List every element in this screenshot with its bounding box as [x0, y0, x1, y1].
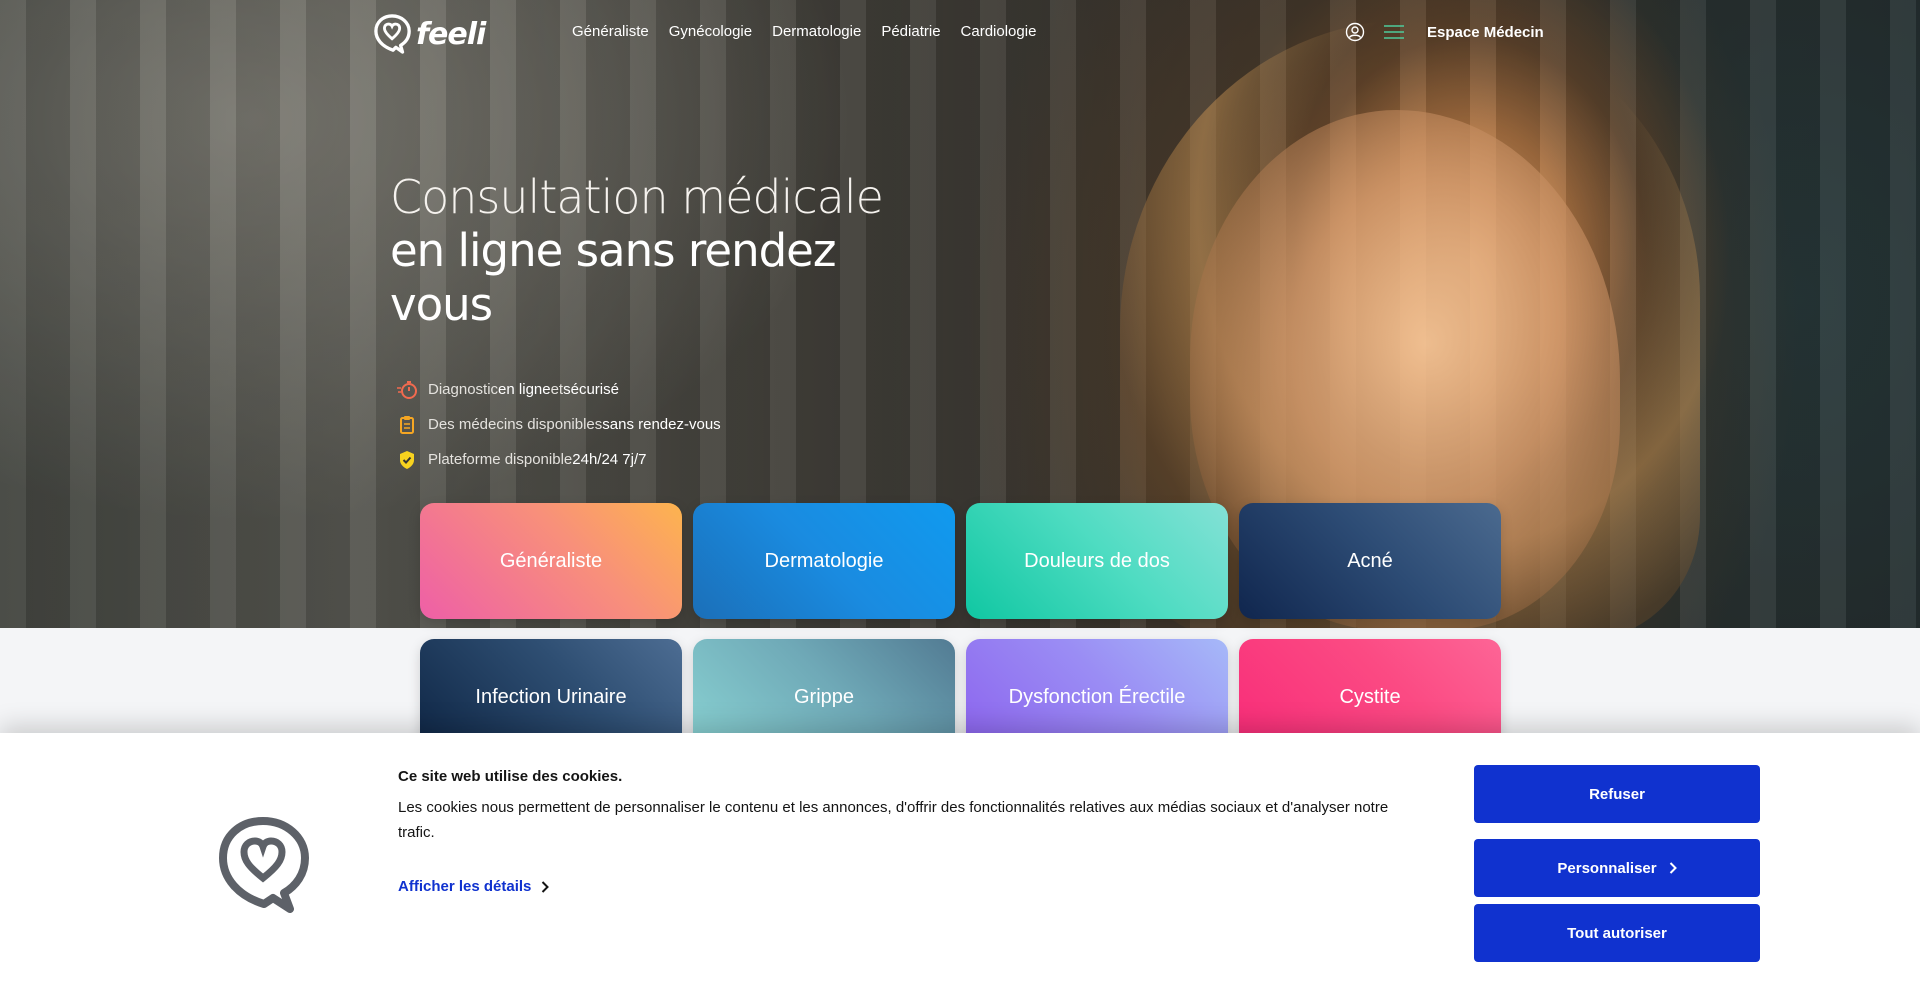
cookie-description: Les cookies nous permettent de personnal…	[398, 799, 1389, 841]
feature-item: Plateforme disponible 24h/24 7j/7	[396, 442, 721, 477]
nav-link-pediatrie[interactable]: Pédiatrie	[881, 23, 940, 40]
tile-douleurs-de-dos[interactable]: Douleurs de dos	[966, 503, 1228, 619]
nav-link-dermatologie[interactable]: Dermatologie	[772, 23, 861, 40]
accept-all-button[interactable]: Tout autoriser	[1474, 904, 1760, 962]
tile-dermatologie[interactable]: Dermatologie	[693, 503, 955, 619]
headline-line-1: Consultation médicale	[390, 170, 884, 224]
customize-label: Personnaliser	[1557, 859, 1657, 877]
heart-bubble-icon	[219, 817, 309, 913]
refuse-label: Refuser	[1589, 785, 1645, 803]
chevron-right-icon	[542, 880, 550, 893]
tile-generaliste[interactable]: Généraliste	[420, 503, 682, 619]
chevron-right-icon	[1669, 862, 1677, 874]
accept-all-label: Tout autoriser	[1567, 924, 1667, 942]
feature-list: Diagnostic en ligne et sécurisé Des méde…	[396, 372, 721, 477]
show-details-link[interactable]: Afficher les détails	[398, 878, 550, 895]
refuse-button[interactable]: Refuser	[1474, 765, 1760, 823]
nav-actions: Espace Médecin	[1345, 22, 1544, 42]
customize-button[interactable]: Personnaliser	[1474, 839, 1760, 897]
nav-link-gynecologie[interactable]: Gynécologie	[669, 23, 752, 40]
cookie-title: Ce site web utilise des cookies.	[398, 768, 623, 785]
feature-item: Diagnostic en ligne et sécurisé	[396, 372, 721, 407]
nav-link-cardiologie[interactable]: Cardiologie	[961, 23, 1037, 40]
show-details-label: Afficher les détails	[398, 878, 532, 895]
hero-headline: Consultation médicale en ligne sans rend…	[390, 170, 884, 332]
headline-line-3: vous	[390, 278, 493, 331]
tile-acne[interactable]: Acné	[1239, 503, 1501, 619]
brand-name: feeli	[416, 16, 486, 52]
cookie-banner: Ce site web utilise des cookies. Les coo…	[0, 733, 1920, 993]
clipboard-icon	[396, 414, 418, 436]
shield-check-icon	[396, 449, 418, 471]
nav-link-generaliste[interactable]: Généraliste	[572, 23, 649, 40]
nav-links: Généraliste Gynécologie Dermatologie Péd…	[572, 23, 1036, 40]
brand-logo[interactable]: feeli	[374, 14, 486, 54]
headline-line-2: en ligne sans rendez	[390, 224, 836, 277]
menu-icon[interactable]	[1383, 22, 1405, 42]
top-navigation: feeli Généraliste Gynécologie Dermatolog…	[0, 0, 1920, 66]
feature-item: Des médecins disponibles sans rendez-vou…	[396, 407, 721, 442]
espace-medecin-link[interactable]: Espace Médecin	[1427, 24, 1544, 41]
user-icon[interactable]	[1345, 22, 1365, 42]
specialty-tiles: Généraliste Dermatologie Douleurs de dos…	[420, 503, 1501, 755]
heart-bubble-icon	[374, 14, 411, 54]
stopwatch-icon	[396, 379, 418, 401]
